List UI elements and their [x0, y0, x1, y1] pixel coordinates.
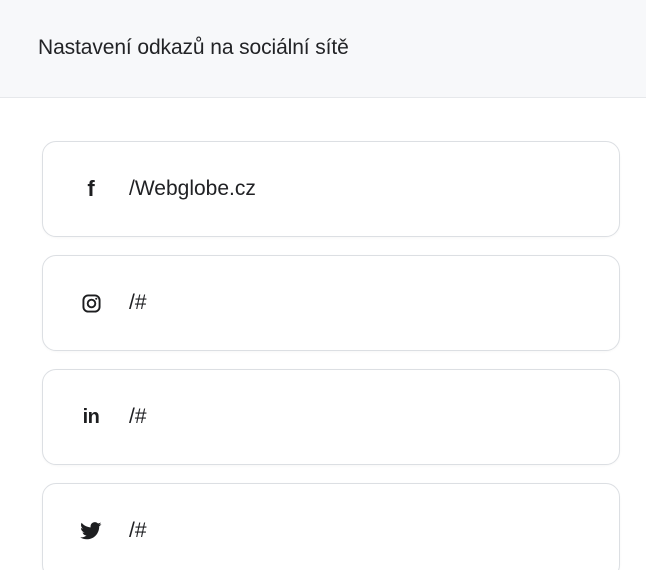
linkedin-icon: in [82, 406, 100, 428]
panel-title: Nastavení odkazů na sociální sítě [38, 36, 349, 59]
social-links-settings-panel: Nastavení odkazů na sociální sítě f /Web… [0, 0, 646, 570]
social-link-twitter[interactable]: /# [42, 483, 620, 570]
social-link-instagram[interactable]: /# [42, 255, 620, 351]
social-link-facebook[interactable]: f /Webglobe.cz [42, 141, 620, 237]
twitter-icon [79, 519, 103, 543]
instagram-icon [79, 291, 103, 315]
facebook-icon: f [87, 176, 95, 201]
social-links-list: f /Webglobe.cz /# in /# /# [42, 141, 620, 570]
social-link-linkedin[interactable]: in /# [42, 369, 620, 465]
social-link-value: /Webglobe.cz [129, 177, 256, 200]
panel-header: Nastavení odkazů na sociální sítě [0, 0, 646, 98]
social-link-value: /# [129, 291, 147, 314]
social-link-value: /# [129, 405, 147, 428]
social-link-value: /# [129, 519, 147, 542]
